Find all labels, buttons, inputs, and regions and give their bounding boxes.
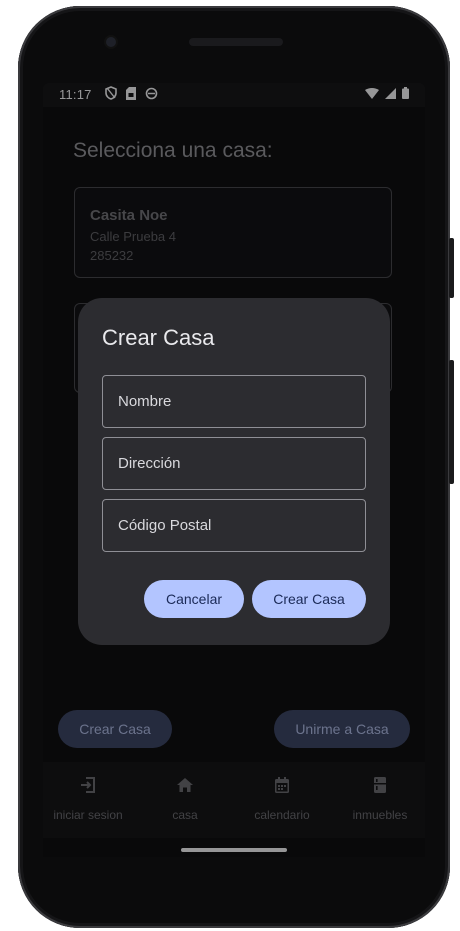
create-house-dialog: Crear Casa Nombre Dirección Código Posta…: [78, 298, 390, 645]
power-button: [449, 238, 454, 298]
earpiece-speaker: [189, 38, 283, 46]
app-screen: 11:17 Selecciona una casa: Casita Noe Ca…: [43, 83, 425, 857]
volume-button: [449, 360, 454, 484]
front-camera: [106, 37, 116, 47]
postal-code-field[interactable]: Código Postal: [102, 499, 366, 552]
dialog-title: Crear Casa: [102, 325, 215, 350]
address-field[interactable]: Dirección: [102, 437, 366, 490]
confirm-create-button[interactable]: Crear Casa: [252, 580, 366, 618]
name-field[interactable]: Nombre: [102, 375, 366, 428]
cancel-button[interactable]: Cancelar: [144, 580, 244, 618]
